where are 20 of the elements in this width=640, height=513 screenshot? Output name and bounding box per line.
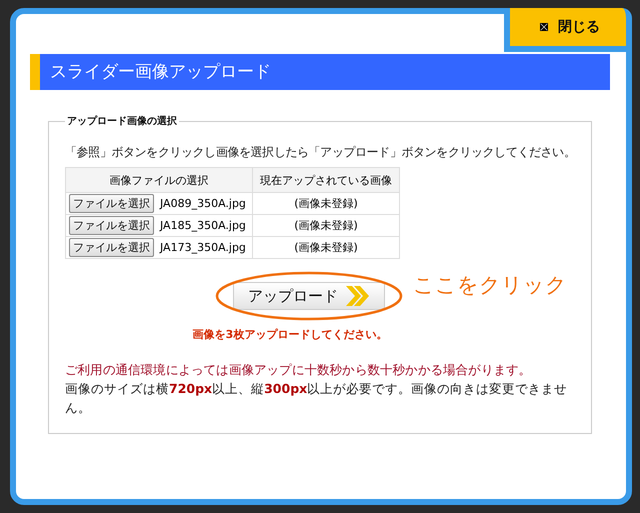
choose-file-button[interactable]: ファイルを選択 (69, 194, 154, 213)
table-cell: (画像未登録) (252, 236, 400, 258)
choose-file-button[interactable]: ファイルを選択 (69, 238, 154, 257)
file-name: JA173_350A.jpg (160, 241, 246, 254)
dialog-title: スライダー画像アップロード (30, 54, 610, 90)
file-name: JA089_350A.jpg (160, 197, 246, 210)
choose-file-button[interactable]: ファイルを選択 (69, 216, 154, 235)
instruction-text: 「参照」ボタンをクリックし画像を選択したら「アップロード」ボタンをクリックしてください。 (65, 144, 575, 161)
column-header: 画像ファイルの選択 (66, 168, 252, 192)
note-text: 画像のサイズは横720px以上、縦300px以上が必要です。画像の向きは変更できません。 (65, 380, 568, 417)
note-text: ご利用の通信環境によっては画像アップに十数秒から数十秒かかる場合がります。 (65, 361, 532, 379)
close-button[interactable]: 閉じる (504, 8, 632, 52)
file-name: JA185_350A.jpg (160, 219, 246, 232)
upload-button[interactable]: アップロード (233, 282, 385, 310)
table-cell: (画像未登録) (252, 192, 400, 214)
warning-text: 画像を3枚アップロードしてください。 (192, 327, 388, 342)
table-cell: (画像未登録) (252, 214, 400, 236)
annotation-text: ここをクリック (413, 272, 567, 299)
section-legend: アップロード画像の選択 (65, 114, 179, 128)
column-header: 現在アップされている画像 (252, 168, 400, 192)
